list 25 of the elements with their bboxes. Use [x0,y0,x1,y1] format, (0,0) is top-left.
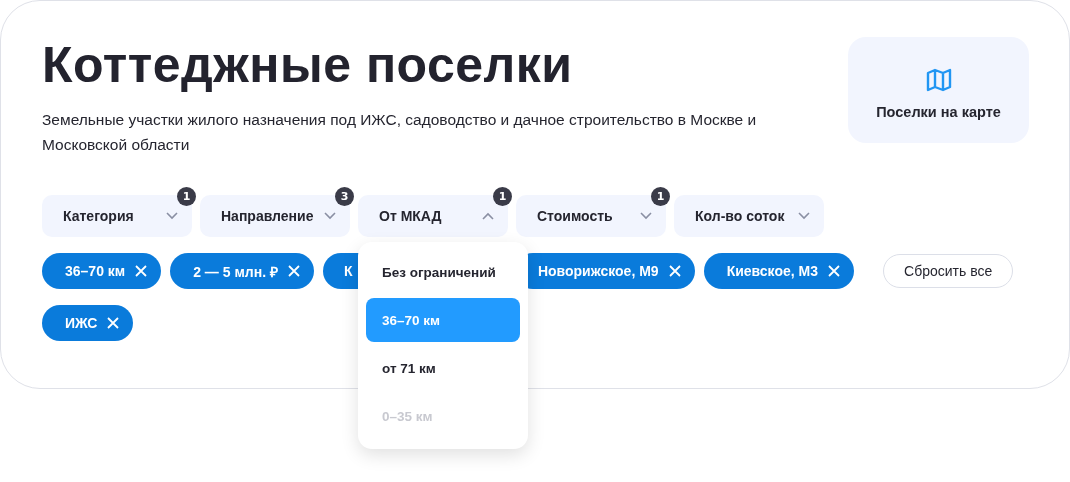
filter-chip[interactable]: ИЖС [42,305,134,341]
count-badge: 1 [493,187,512,206]
close-icon[interactable] [828,265,840,277]
close-icon[interactable] [287,265,300,277]
chevron-icon [482,212,494,220]
map-button[interactable]: Поселки на карте [848,37,1029,143]
count-badge: 1 [177,187,196,206]
filter-dropdown[interactable]: Кол-во соток [674,195,825,237]
count-badge: 1 [651,187,670,206]
close-icon[interactable] [135,265,148,277]
close-icon[interactable] [668,265,681,277]
chevron-icon [166,212,178,220]
chevron-icon [640,212,652,220]
count-badge: 3 [335,187,354,206]
page-subtitle: Земельные участки жилого назначения под ИЖС, садоводство и дачное строительство в Москве и Московской области [42,110,758,155]
filter-chip[interactable]: 2 — 5 млн. ₽ [170,253,314,289]
chevron-icon [798,212,811,220]
chevron-icon [324,212,336,220]
menu-option[interactable]: от 71 км [366,346,520,390]
page-title: Коттеджные поселки [42,37,574,93]
filter-chip[interactable]: 36–70 км [42,253,162,289]
filter-chip[interactable]: Киевское, М3 [703,253,854,289]
close-icon[interactable] [107,317,120,329]
map-icon [924,68,953,92]
reset-button[interactable]: Сбросить все [883,254,1014,288]
